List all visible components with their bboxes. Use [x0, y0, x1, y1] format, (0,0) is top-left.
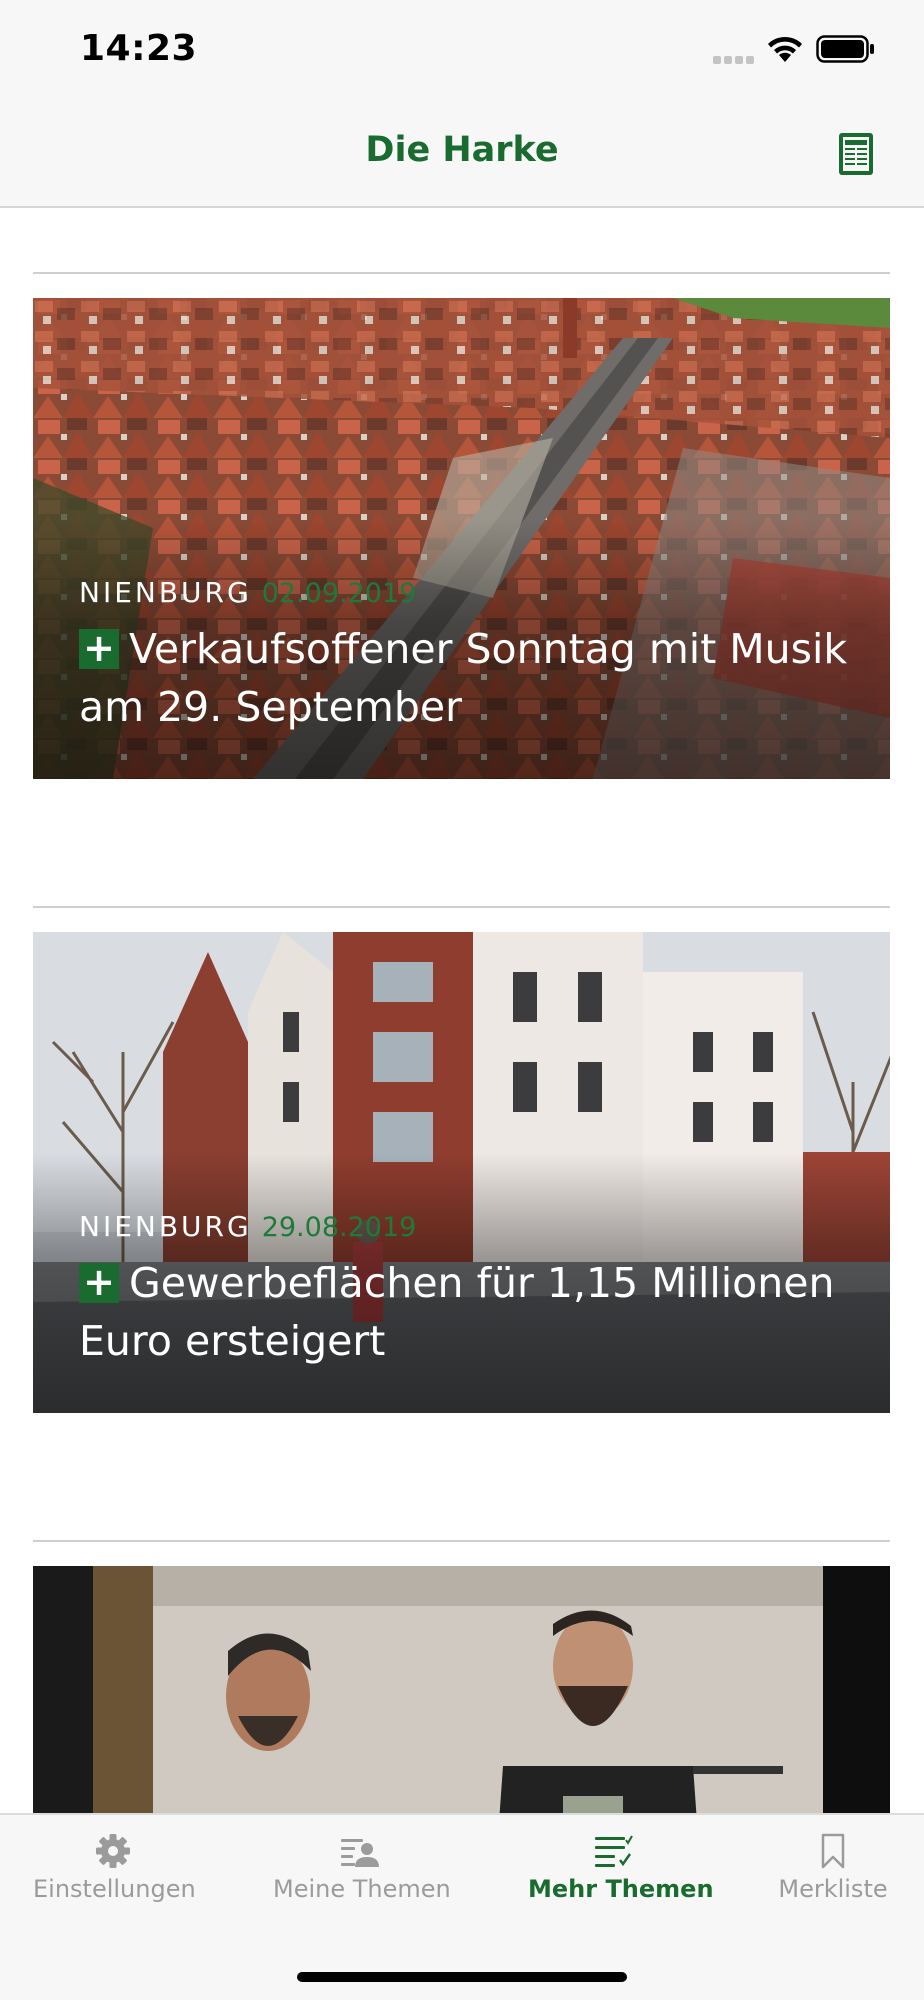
- gear-icon: [96, 1834, 130, 1868]
- article-title: Gewerbeflächen für 1,15 Millionen Euro e…: [79, 1259, 835, 1365]
- tab-label: Einstellungen: [33, 1875, 196, 1903]
- tab-einstellungen[interactable]: Einstellungen: [33, 1833, 196, 1903]
- home-indicator: [297, 1972, 627, 1982]
- people-photo: [33, 1566, 890, 1813]
- checklist-icon: [595, 1835, 633, 1867]
- article-image[interactable]: [33, 1566, 890, 1813]
- article-feed[interactable]: NIENBURG 02.09.2019 + Verkaufsoffener Sonn…: [0, 208, 924, 1813]
- article-image[interactable]: NIENBURG 29.08.2019 + Gewerbeflächen für 1…: [33, 932, 890, 1413]
- status-time: 14:23: [80, 28, 198, 69]
- article-headline[interactable]: + Gewerbeflächen für 1,15 Millionen Euro …: [79, 1254, 869, 1370]
- article-image[interactable]: NIENBURG 02.09.2019 + Verkaufsoffener Sonn…: [33, 298, 890, 779]
- article-headline[interactable]: + Verkaufsoffener Sonntag mit Musik am 29…: [79, 620, 869, 736]
- article-divider: [33, 272, 890, 274]
- tab-label: Mehr Themen: [528, 1875, 714, 1903]
- status-bar: 14:23: [0, 0, 924, 100]
- newspaper-icon[interactable]: [838, 132, 874, 176]
- cellular-signal-icon: [713, 56, 754, 64]
- battery-icon: [816, 35, 874, 63]
- article-meta: NIENBURG 29.08.2019: [79, 1210, 416, 1243]
- tab-merkliste[interactable]: Merkliste: [777, 1833, 889, 1903]
- navigation-bar: Die Harke: [0, 100, 924, 208]
- article-section: NIENBURG: [79, 576, 252, 609]
- article-section: NIENBURG: [79, 1210, 252, 1243]
- user-list-icon: [341, 1839, 379, 1867]
- tab-meine-themen[interactable]: Meine Themen: [273, 1833, 451, 1903]
- article-title: Verkaufsoffener Sonntag mit Musik am 29.…: [79, 625, 848, 731]
- article-meta: NIENBURG 02.09.2019: [79, 576, 416, 609]
- tab-mehr-themen[interactable]: Mehr Themen: [528, 1833, 714, 1903]
- tab-label: Meine Themen: [273, 1875, 451, 1903]
- premium-plus-icon: +: [79, 629, 119, 669]
- app-screen: 14:23 Die Harke NIENBURG 02.09.2019 + Ve…: [0, 0, 924, 2000]
- page-title: Die Harke: [365, 130, 559, 170]
- article-divider: [33, 1540, 890, 1542]
- article-date: 29.08.2019: [261, 1212, 417, 1243]
- premium-plus-icon: +: [79, 1263, 119, 1303]
- tab-label: Merkliste: [778, 1875, 888, 1903]
- article-date: 02.09.2019: [261, 578, 417, 609]
- bookmark-icon: [821, 1833, 845, 1869]
- wifi-icon: [768, 36, 802, 62]
- article-divider: [33, 906, 890, 908]
